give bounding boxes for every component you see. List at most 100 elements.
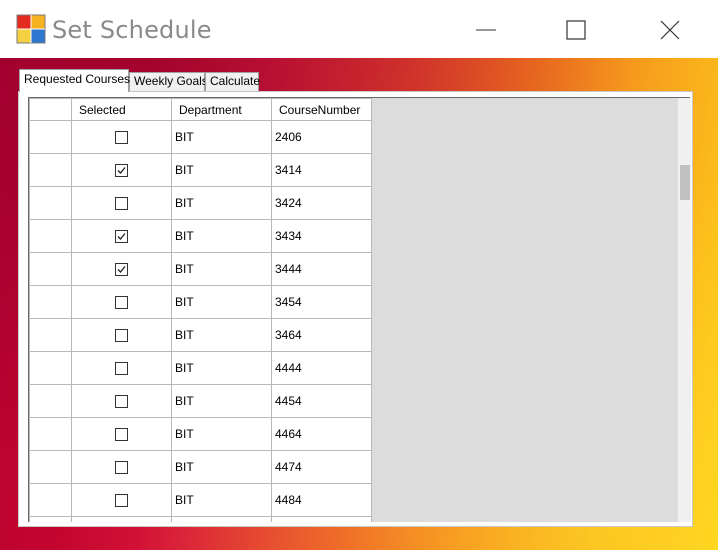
department-cell[interactable]: BIT <box>171 252 272 286</box>
maximize-icon <box>566 20 586 40</box>
selected-cell[interactable] <box>71 417 172 451</box>
vertical-scrollbar[interactable] <box>678 98 691 522</box>
courses-grid[interactable]: Selected Department CourseNumber BIT 2406… <box>28 97 690 522</box>
selected-cell[interactable] <box>71 351 172 385</box>
table-row[interactable]: BIT 3454 <box>29 285 372 319</box>
selected-cell[interactable] <box>71 516 172 522</box>
table-row[interactable] <box>29 516 372 522</box>
app-icon <box>16 14 46 44</box>
selected-cell[interactable] <box>71 252 172 286</box>
row-header[interactable] <box>29 483 72 517</box>
selected-cell[interactable] <box>71 384 172 418</box>
row-header[interactable] <box>29 153 72 187</box>
tab-calculate[interactable]: Calculate <box>205 72 260 91</box>
course-number-cell[interactable]: 4454 <box>271 384 372 418</box>
checkbox-unchecked[interactable] <box>115 494 128 508</box>
course-number-cell[interactable]: 3414 <box>271 153 372 187</box>
table-row[interactable]: BIT 2406 <box>29 120 372 154</box>
checkbox-unchecked[interactable] <box>115 296 128 310</box>
checkbox-unchecked[interactable] <box>115 362 128 376</box>
table-row[interactable]: BIT 3434 <box>29 219 372 253</box>
row-header[interactable] <box>29 384 72 418</box>
table-row[interactable]: BIT 3414 <box>29 153 372 187</box>
department-cell[interactable]: BIT <box>171 483 272 517</box>
close-button[interactable] <box>650 12 690 48</box>
checkbox-unchecked[interactable] <box>115 329 128 343</box>
selected-cell[interactable] <box>71 450 172 484</box>
column-header-selected[interactable]: Selected <box>71 98 172 121</box>
table-row[interactable]: BIT 4444 <box>29 351 372 385</box>
checkbox-unchecked[interactable] <box>115 197 128 211</box>
minimize-button[interactable] <box>466 12 506 48</box>
checkbox-unchecked[interactable] <box>115 395 128 409</box>
department-cell[interactable]: BIT <box>171 186 272 220</box>
row-header[interactable] <box>29 219 72 253</box>
row-header[interactable] <box>29 318 72 352</box>
course-number-cell[interactable]: 3434 <box>271 219 372 253</box>
checkbox-checked[interactable] <box>115 164 128 178</box>
department-cell[interactable]: BIT <box>171 450 272 484</box>
table-row[interactable]: BIT 3464 <box>29 318 372 352</box>
course-number-cell[interactable]: 3444 <box>271 252 372 286</box>
department-cell[interactable]: BIT <box>171 153 272 187</box>
selected-cell[interactable] <box>71 285 172 319</box>
row-header[interactable] <box>29 252 72 286</box>
table-row[interactable]: BIT 4454 <box>29 384 372 418</box>
department-cell[interactable]: BIT <box>171 219 272 253</box>
grid-header-row: Selected Department CourseNumber <box>29 98 372 121</box>
department-cell[interactable]: BIT <box>171 351 272 385</box>
row-header-corner[interactable] <box>29 98 72 121</box>
course-number-cell[interactable]: 3424 <box>271 186 372 220</box>
minimize-icon <box>476 29 496 31</box>
maximize-button[interactable] <box>556 12 596 48</box>
department-cell[interactable] <box>171 516 272 522</box>
checkbox-unchecked[interactable] <box>115 461 128 475</box>
table-row[interactable]: BIT 4474 <box>29 450 372 484</box>
row-header[interactable] <box>29 186 72 220</box>
checkmark-icon <box>117 167 126 175</box>
department-cell[interactable]: BIT <box>171 120 272 154</box>
tab-weekly-goals[interactable]: Weekly Goals <box>129 72 208 91</box>
checkbox-checked[interactable] <box>115 230 128 244</box>
department-cell[interactable]: BIT <box>171 318 272 352</box>
table-row[interactable]: BIT 3424 <box>29 186 372 220</box>
course-number-cell[interactable]: 4464 <box>271 417 372 451</box>
checkbox-checked[interactable] <box>115 263 128 277</box>
row-header[interactable] <box>29 285 72 319</box>
selected-cell[interactable] <box>71 219 172 253</box>
course-number-cell[interactable]: 2406 <box>271 120 372 154</box>
course-number-cell[interactable]: 3464 <box>271 318 372 352</box>
checkmark-icon <box>117 266 126 274</box>
window-title: Set Schedule <box>52 16 212 44</box>
row-header[interactable] <box>29 120 72 154</box>
selected-cell[interactable] <box>71 153 172 187</box>
checkbox-unchecked[interactable] <box>115 428 128 442</box>
column-header-course-number[interactable]: CourseNumber <box>271 98 372 121</box>
scrollbar-thumb[interactable] <box>680 165 690 200</box>
selected-cell[interactable] <box>71 483 172 517</box>
close-icon <box>660 20 680 40</box>
table-row[interactable]: BIT 3444 <box>29 252 372 286</box>
selected-cell[interactable] <box>71 120 172 154</box>
department-cell[interactable]: BIT <box>171 384 272 418</box>
row-header[interactable] <box>29 450 72 484</box>
department-cell[interactable]: BIT <box>171 417 272 451</box>
checkbox-unchecked[interactable] <box>115 131 128 145</box>
column-header-department[interactable]: Department <box>171 98 272 121</box>
checkmark-icon <box>117 233 126 241</box>
tab-requested-courses[interactable]: Requested Courses <box>19 69 130 92</box>
row-header[interactable] <box>29 351 72 385</box>
selected-cell[interactable] <box>71 186 172 220</box>
selected-cell[interactable] <box>71 318 172 352</box>
table-row[interactable]: BIT 4484 <box>29 483 372 517</box>
course-number-cell[interactable]: 4484 <box>271 483 372 517</box>
course-number-cell[interactable]: 3454 <box>271 285 372 319</box>
course-number-cell[interactable]: 4474 <box>271 450 372 484</box>
row-header[interactable] <box>29 417 72 451</box>
department-cell[interactable]: BIT <box>171 285 272 319</box>
table-row[interactable]: BIT 4464 <box>29 417 372 451</box>
course-number-cell[interactable] <box>271 516 372 522</box>
title-bar[interactable]: Set Schedule <box>0 0 718 58</box>
course-number-cell[interactable]: 4444 <box>271 351 372 385</box>
row-header[interactable] <box>29 516 72 522</box>
